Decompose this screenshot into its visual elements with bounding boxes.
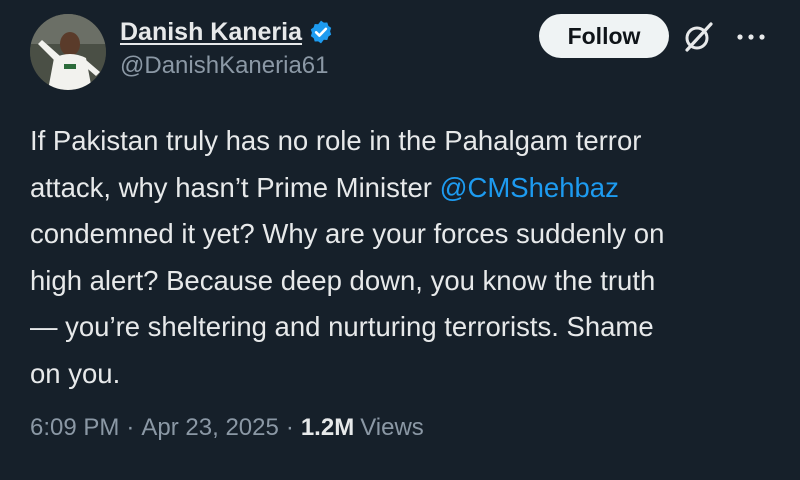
tweet-text-segment: attack, why hasn’t Prime Minister	[30, 171, 440, 203]
meta-separator: ·	[285, 414, 294, 441]
tweet-text-line: condemned it yet? Why are your forces su…	[30, 218, 665, 249]
tweet-text-line: on you.	[30, 357, 121, 389]
verified-badge-icon	[310, 20, 332, 44]
author-handle[interactable]: @DanishKaneria61	[120, 52, 329, 80]
tweet-date[interactable]: Apr 23, 2025	[141, 414, 278, 442]
tweet-text-line: attack, why hasn’t Prime Minister @CMShe…	[30, 165, 775, 212]
tweet-card: Danish Kaneria @DanishKaneria61 Follow I…	[0, 0, 800, 480]
mention-link[interactable]: @CMShehbaz	[440, 172, 619, 203]
tweet-meta: 6:09 PM · Apr 23, 2025 · 1.2M Views	[30, 414, 424, 442]
author-display-name[interactable]: Danish Kaneria	[120, 18, 302, 47]
avatar-image	[30, 14, 106, 90]
more-options-icon[interactable]	[734, 30, 768, 44]
tweet-time[interactable]: 6:09 PM	[30, 414, 119, 442]
views-count: 1.2M	[300, 414, 355, 441]
tweet-text-line: high alert? Because deep down, you know …	[30, 264, 656, 296]
tweet-text: If Pakistan truly has no role in the Pah…	[30, 118, 775, 397]
author-name-row: Danish Kaneria	[120, 12, 334, 52]
grok-icon[interactable]	[681, 20, 715, 54]
tweet-text-line: — you’re sheltering and nurturing terror…	[30, 311, 654, 342]
views-label: Views	[360, 414, 424, 441]
tweet-text-line: If Pakistan truly has no role in the Pah…	[30, 125, 642, 156]
follow-button[interactable]: Follow	[539, 14, 669, 58]
meta-separator: ·	[126, 414, 135, 441]
avatar[interactable]	[30, 14, 106, 90]
